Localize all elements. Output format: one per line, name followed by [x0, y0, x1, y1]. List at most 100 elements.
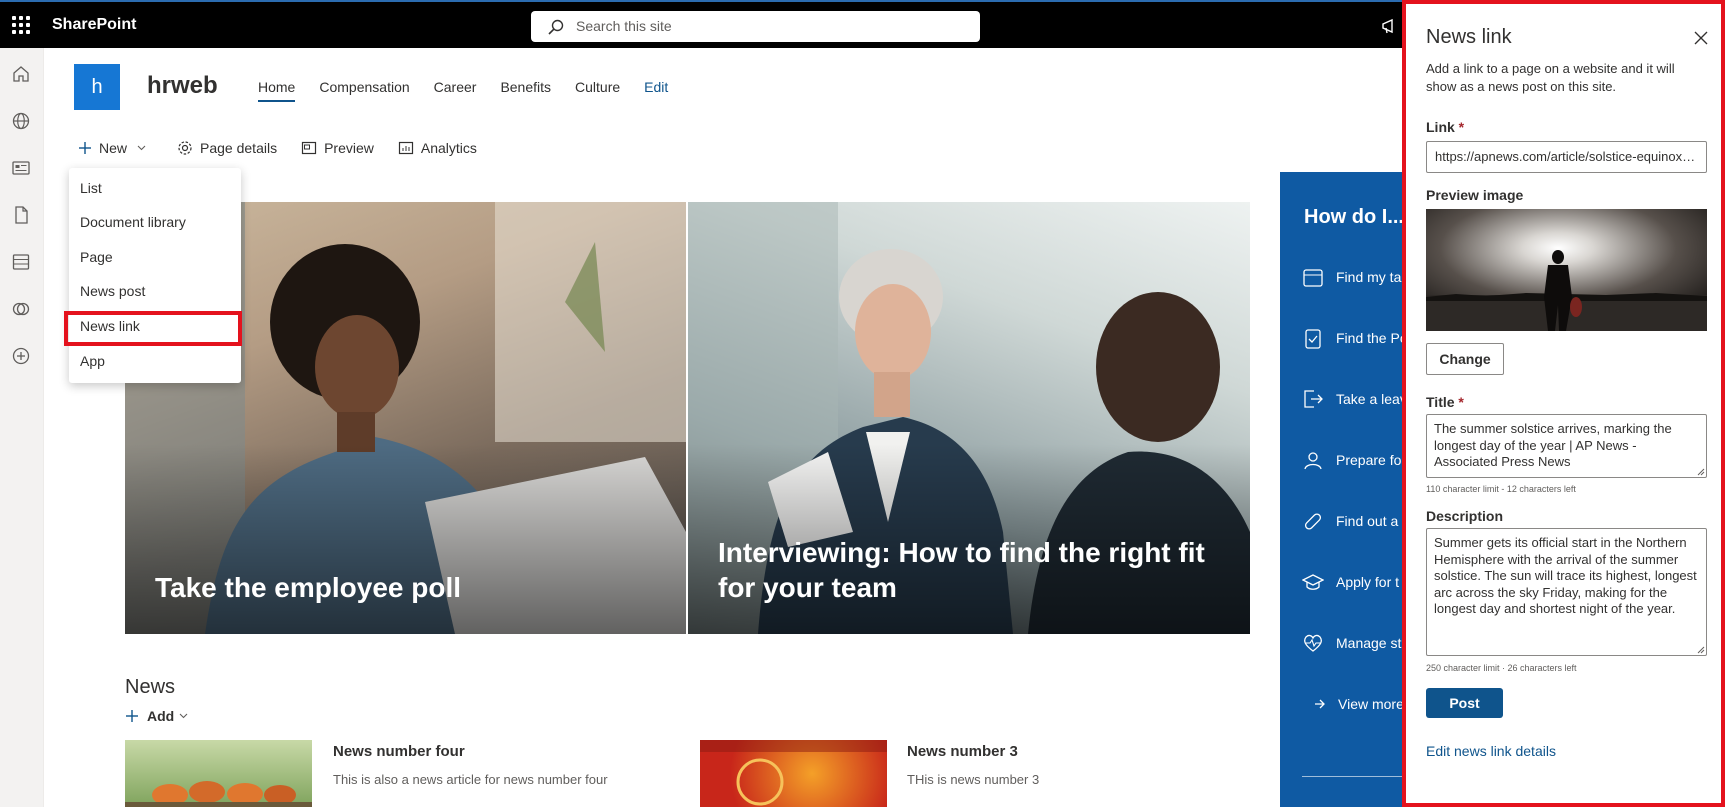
preview-label: Preview — [324, 140, 374, 156]
nav-item-culture[interactable]: Culture — [563, 78, 632, 104]
news-link-panel: News link Add a link to a page on a webs… — [1402, 0, 1725, 807]
hero-tile-2[interactable]: Interviewing: How to find the right fit … — [688, 202, 1250, 634]
page-details-button[interactable]: Page details — [177, 140, 277, 156]
search-box[interactable]: Search this site — [531, 11, 980, 42]
hero-tile-1-caption[interactable]: Take the employee poll — [155, 570, 655, 605]
preview-image — [1426, 209, 1707, 331]
app-name[interactable]: SharePoint — [52, 16, 136, 34]
title-textarea-value: The summer solstice arrives, marking the… — [1434, 421, 1672, 469]
change-image-button[interactable]: Change — [1426, 343, 1504, 375]
news-item-2-title[interactable]: News number 3 — [907, 743, 1018, 760]
description-char-hint: 250 character limit · 26 characters left — [1426, 663, 1577, 673]
description-textarea[interactable]: Summer gets its official start in the No… — [1426, 528, 1707, 656]
new-button[interactable]: New — [78, 140, 153, 156]
globe-icon[interactable] — [11, 111, 31, 131]
analytics-button[interactable]: Analytics — [398, 140, 477, 156]
view-more-link[interactable]: View more — [1314, 696, 1402, 712]
analytics-icon — [398, 141, 413, 155]
close-icon[interactable] — [1694, 31, 1708, 45]
quick-link-1[interactable]: Find my ta — [1302, 266, 1401, 288]
sync-icon[interactable] — [11, 299, 31, 319]
required-marker: * — [1458, 119, 1465, 135]
nav-item-career[interactable]: Career — [422, 78, 489, 104]
quick-link-1-label: Find my ta — [1336, 269, 1402, 285]
menu-item-document-library[interactable]: Document library — [80, 214, 186, 230]
calendar-icon — [1303, 269, 1323, 287]
menu-item-news-post[interactable]: News post — [80, 283, 145, 299]
graduation-cap-icon — [1302, 574, 1324, 590]
quick-link-7-label: Manage st — [1336, 635, 1402, 651]
document-icon[interactable] — [11, 205, 31, 225]
quick-link-3-label: Take a leav — [1336, 391, 1402, 407]
quick-link-4[interactable]: Prepare fo — [1302, 449, 1401, 471]
heart-pulse-icon — [1304, 634, 1322, 652]
quick-link-3[interactable]: Take a leav — [1302, 388, 1402, 410]
post-button[interactable]: Post — [1426, 688, 1503, 718]
news-heading: News — [125, 676, 176, 698]
plus-icon — [79, 142, 91, 154]
menu-item-list[interactable]: List — [80, 180, 102, 196]
title-label-text: Title — [1426, 394, 1455, 410]
quick-link-2-label: Find the Po — [1336, 330, 1402, 346]
view-more-label: View more — [1338, 696, 1402, 712]
quick-link-6[interactable]: Apply for t — [1302, 571, 1399, 593]
nav-item-compensation[interactable]: Compensation — [307, 78, 421, 104]
quick-link-5-label: Find out a — [1336, 513, 1399, 529]
megaphone-icon[interactable] — [1382, 18, 1400, 34]
link-input[interactable]: https://apnews.com/article/solstice-equi… — [1426, 141, 1707, 173]
list-icon[interactable] — [11, 252, 31, 272]
quick-links-divider — [1302, 776, 1402, 777]
nav-item-home[interactable]: Home — [258, 78, 307, 104]
app-launcher-icon[interactable] — [10, 14, 32, 36]
menu-item-app[interactable]: App — [80, 353, 105, 369]
add-news-button[interactable]: Add — [125, 708, 188, 724]
gear-icon — [178, 141, 192, 155]
required-marker: * — [1458, 394, 1464, 410]
nav-edit-link[interactable]: Edit — [632, 78, 680, 104]
menu-item-page[interactable]: Page — [80, 249, 113, 265]
new-button-label: New — [99, 140, 128, 156]
news-thumbnail-number-3[interactable] — [700, 740, 887, 807]
bandage-icon — [1304, 513, 1322, 530]
panel-title: News link — [1426, 26, 1512, 48]
link-label: Link * — [1426, 119, 1464, 135]
quick-links-title: How do I... — [1304, 206, 1402, 228]
news-item-2-description: THis is news number 3 — [907, 772, 1040, 787]
news-feed-icon[interactable] — [11, 158, 31, 178]
nav-item-benefits[interactable]: Benefits — [488, 78, 563, 104]
site-title[interactable]: hrweb — [147, 72, 218, 100]
arrow-right-icon — [1315, 699, 1325, 709]
resize-grip-icon[interactable] — [1696, 467, 1705, 476]
quick-link-7[interactable]: Manage st — [1302, 632, 1401, 654]
hero-tile-2-caption[interactable]: Interviewing: How to find the right fit … — [718, 535, 1228, 605]
title-textarea[interactable]: The summer solstice arrives, marking the… — [1426, 414, 1707, 478]
create-icon[interactable] — [11, 346, 31, 366]
frogs-image — [125, 781, 312, 807]
app-rail — [0, 48, 44, 807]
quick-links-panel: How do I... Find my ta Find the Po Take … — [1280, 172, 1402, 807]
analytics-label: Analytics — [420, 140, 477, 156]
resize-grip-icon[interactable] — [1696, 645, 1705, 654]
description-textarea-value: Summer gets its official start in the No… — [1434, 535, 1697, 616]
quick-link-5[interactable]: Find out a — [1302, 510, 1398, 532]
leave-icon — [1304, 390, 1323, 408]
title-label: Title * — [1426, 394, 1464, 410]
site-logo[interactable]: h — [74, 64, 120, 110]
site-navigation: Home Compensation Career Benefits Cultur… — [258, 78, 680, 104]
search-placeholder: Search this site — [576, 18, 672, 34]
title-char-hint: 110 character limit - 12 characters left — [1426, 484, 1576, 494]
chevron-down-icon — [137, 145, 146, 151]
search-icon — [548, 19, 564, 35]
edit-news-link-details-link[interactable]: Edit news link details — [1426, 743, 1556, 759]
link-label-text: Link — [1426, 119, 1455, 135]
preview-button[interactable]: Preview — [301, 140, 374, 156]
plus-icon — [126, 710, 138, 722]
news-link-highlight-box — [64, 311, 242, 346]
quick-link-2[interactable]: Find the Po — [1302, 327, 1402, 349]
chevron-down-icon — [179, 713, 188, 719]
home-icon[interactable] — [11, 64, 31, 84]
page-details-label: Page details — [200, 140, 278, 156]
solstice-preview-photo — [1426, 209, 1707, 331]
news-thumbnail-frogs[interactable] — [125, 740, 312, 807]
news-item-1-title[interactable]: News number four — [333, 743, 465, 760]
